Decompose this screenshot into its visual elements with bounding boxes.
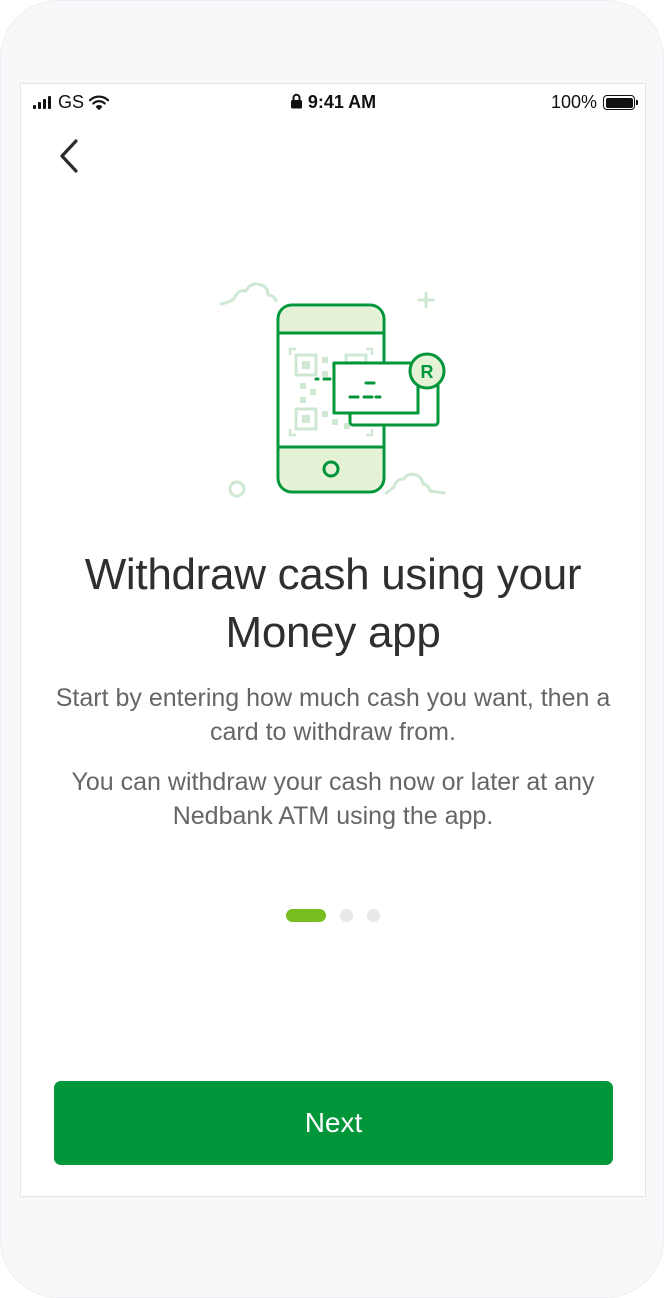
page-indicator — [21, 909, 645, 922]
intro-text: Start by entering how much cash you want… — [55, 684, 611, 746]
next-button[interactable]: Next — [54, 1081, 613, 1165]
page-dot-1[interactable] — [286, 909, 326, 922]
page-dot-2[interactable] — [340, 909, 353, 922]
info-text: You can withdraw your cash now or later … — [71, 768, 595, 830]
app-screen: GS 9:41 AM 100% R Withdraw cash using yo… — [20, 83, 646, 1197]
battery-percent: 100% — [550, 92, 597, 112]
status-right: 100% — [550, 92, 638, 113]
phone-qr-cash-icon: R — [219, 282, 446, 498]
status-time: 9:41 AM — [307, 92, 377, 112]
lock-icon — [290, 93, 302, 109]
battery-icon — [603, 95, 638, 110]
device-frame: GS 9:41 AM 100% R Withdraw cash using yo… — [0, 0, 664, 1298]
chevron-left-icon — [60, 139, 78, 173]
page-dot-3[interactable] — [367, 909, 380, 922]
status-bar: GS 9:41 AM 100% — [21, 84, 645, 120]
page-title: Withdraw cash using your Money app — [84, 550, 582, 657]
svg-text:R: R — [421, 362, 434, 382]
back-button[interactable] — [49, 134, 89, 178]
